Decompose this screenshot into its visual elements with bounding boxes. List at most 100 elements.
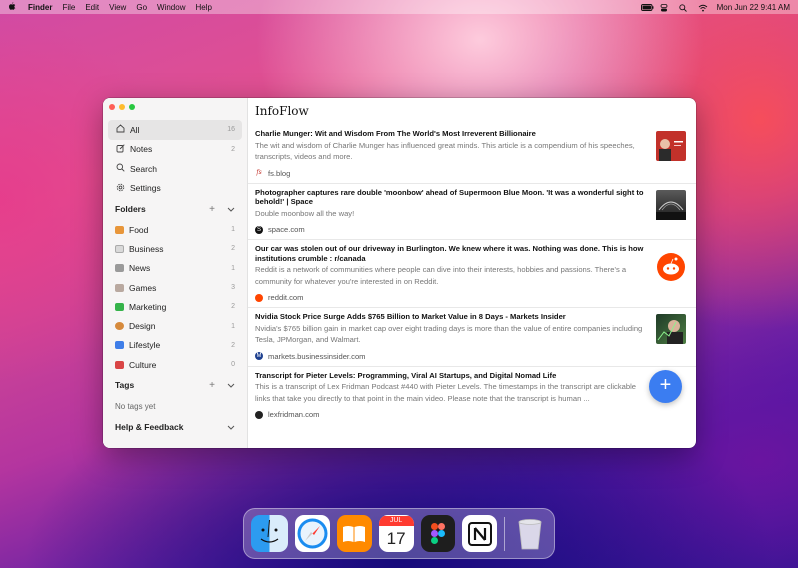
reddit-logo-icon [656,252,686,282]
folder-count: 1 [231,264,235,272]
article-item[interactable]: Nvidia Stock Price Surge Adds $765 Billi… [248,308,696,367]
newspaper-icon [115,264,124,273]
article-source[interactable]: fs fs.blog [255,169,646,178]
article-title[interactable]: Photographer captures rare double 'moonb… [255,188,646,207]
article-source-label: lexfridman.com [268,410,320,419]
sidebar-item-settings[interactable]: Settings [108,179,242,199]
add-folder-plus-icon[interactable]: + [209,204,215,215]
folders-section-header[interactable]: Folders + [108,198,242,220]
chevron-down-icon[interactable] [227,205,235,214]
article-title[interactable]: Nvidia Stock Price Surge Adds $765 Billi… [255,312,646,322]
reddit-favicon-icon [255,293,263,302]
dock-figma-icon[interactable] [420,515,456,552]
add-tag-plus-icon[interactable]: + [209,380,215,391]
folder-item-lifestyle[interactable]: Lifestyle 2 [108,336,242,355]
article-title[interactable]: Charlie Munger: Wit and Wisdom From The … [255,129,646,139]
minimize-window-button[interactable] [119,104,125,110]
dock-calendar-icon[interactable]: JUL 17 [378,515,414,552]
chart-icon [115,244,124,253]
article-source[interactable]: reddit.com [255,293,646,302]
dock: JUL 17 [243,508,555,559]
dock-safari-icon[interactable] [295,515,330,552]
article-description: Nvidia's $765 billion gain in market cap… [255,323,643,345]
article-source[interactable]: S space.com [255,225,646,234]
folder-label: News [129,263,151,274]
article-source[interactable]: M markets.businessinsider.com [255,352,646,361]
article-title[interactable]: Our car was stolen out of our driveway i… [255,244,646,263]
article-source[interactable]: lexfridman.com [255,410,646,419]
folder-label: Marketing [129,301,167,312]
zoom-window-button[interactable] [129,104,135,110]
chevron-down-icon[interactable] [227,423,235,432]
menu-app-name[interactable]: Finder [28,3,52,12]
folder-item-news[interactable]: News 1 [108,259,242,278]
battery-icon[interactable] [640,3,654,11]
folder-count: 0 [231,361,235,369]
article-description: The wit and wisdom of Charlie Munger has… [255,140,635,162]
article-description: Reddit is a network of communities where… [255,265,627,286]
article-item[interactable]: Our car was stolen out of our driveway i… [248,240,696,308]
butterfly-icon [115,341,124,350]
sidebar-item-search[interactable]: Search [108,159,242,179]
folder-item-business[interactable]: Business 2 [108,239,242,258]
folder-item-food[interactable]: Food 1 [108,220,242,239]
folder-count: 2 [231,303,235,311]
dock-notion-icon[interactable] [462,515,498,552]
menu-go[interactable]: Go [136,3,147,12]
menubar-clock[interactable]: Mon Jun 22 9:41 AM [717,3,790,12]
food-icon [115,225,124,234]
menu-file[interactable]: File [62,3,75,12]
sidebar-item-label: Search [130,163,157,174]
help-section-header[interactable]: Help & Feedback [108,416,242,438]
folder-item-design[interactable]: Design 1 [108,316,242,335]
folder-item-culture[interactable]: Culture 0 [108,355,242,374]
menu-edit[interactable]: Edit [85,3,99,12]
business-insider-favicon-icon: M [255,352,263,360]
sidebar-item-label: Notes [130,144,153,155]
chevron-down-icon[interactable] [227,381,235,390]
lexfridman-favicon-icon [255,410,263,419]
article-title[interactable]: Transcript for Pieter Levels: Programmin… [255,371,646,381]
dock-books-icon[interactable] [336,515,372,552]
apple-menu-icon[interactable] [8,1,16,13]
search-icon [115,163,125,174]
spotlight-search-icon[interactable] [678,3,689,12]
help-heading: Help & Feedback [115,422,184,433]
folder-label: Design [129,321,156,332]
sidebar-item-count: 2 [231,145,235,153]
add-item-button[interactable]: + [649,370,682,403]
article-item[interactable]: Transcript for Pieter Levels: Programmin… [248,367,696,425]
sidebar-item-label: Settings [130,183,161,194]
folder-count: 2 [231,341,235,349]
menu-help[interactable]: Help [195,3,211,12]
sidebar-item-all[interactable]: All 16 [108,120,242,140]
marketing-icon [115,302,124,311]
dock-finder-icon[interactable] [251,515,288,552]
palette-icon [115,322,124,331]
menu-window[interactable]: Window [157,3,185,12]
menu-view[interactable]: View [109,3,126,12]
sidebar-item-notes[interactable]: Notes 2 [108,140,242,160]
home-icon [115,124,125,135]
dice-icon [115,283,124,292]
dock-trash-icon[interactable] [512,515,547,552]
control-center-icon[interactable] [660,3,670,11]
dock-separator [504,516,506,551]
folder-item-marketing[interactable]: Marketing 2 [108,297,242,316]
folder-label: Lifestyle [129,340,161,351]
wifi-icon[interactable] [698,4,708,11]
tags-heading: Tags [115,380,135,391]
article-source-label: reddit.com [268,293,304,302]
folders-heading: Folders [115,204,146,214]
main-content: InfoFlow Charlie Munger: Wit and Wisdom … [248,98,696,448]
folder-item-games[interactable]: Games 3 [108,278,242,297]
space-favicon-icon: S [255,225,263,234]
close-window-button[interactable] [109,104,115,110]
folder-label: Culture [129,359,157,370]
article-thumbnail [656,189,686,220]
article-item[interactable]: Photographer captures rare double 'moonb… [248,184,696,240]
article-item[interactable]: Charlie Munger: Wit and Wisdom From The … [248,125,696,184]
tags-section-header[interactable]: Tags + [108,374,242,396]
article-thumbnail [656,131,686,161]
article-source-label: markets.businessinsider.com [268,351,366,361]
